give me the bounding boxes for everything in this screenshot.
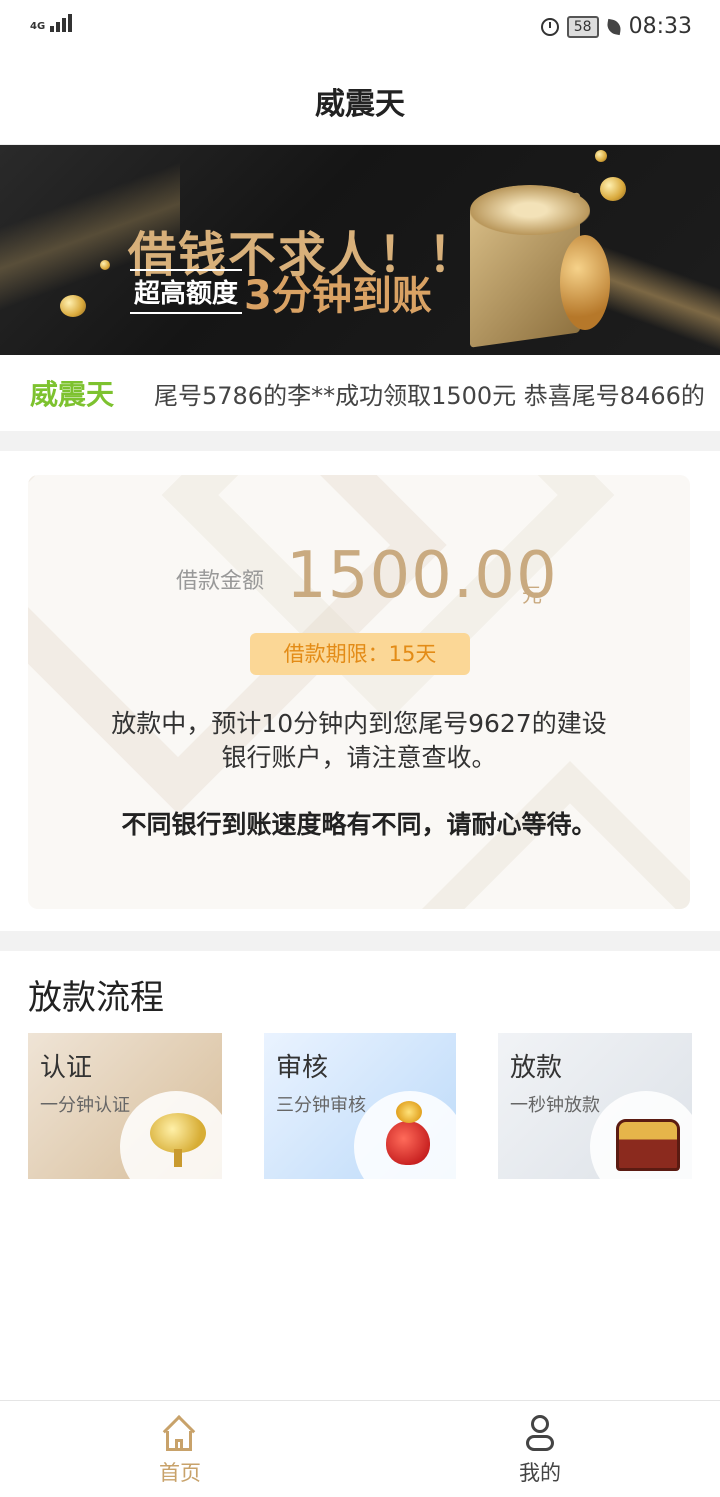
disbursement-message: 放款中，预计10分钟内到您尾号9627的建设 银行账户，请注意查收。 [28, 707, 690, 775]
page-title: 威震天 [315, 87, 405, 122]
golden-egg-icon [560, 235, 610, 330]
user-icon [526, 1415, 554, 1453]
step-title: 放款 [510, 1053, 563, 1083]
marquee-title: 威震天 [30, 378, 115, 411]
battery-indicator: 58 [566, 15, 599, 38]
marquee-text: 尾号5786的李**成功领取1500元 恭喜尾号8466的 [154, 381, 705, 410]
section-divider [0, 931, 720, 951]
step-title: 认证 [40, 1053, 93, 1083]
signal-indicator: 4G [30, 14, 73, 32]
promo-banner[interactable]: 借钱不求人！！ 超高额度 3分钟到账 [0, 145, 720, 355]
signal-bar-icon [56, 22, 61, 32]
treasure-chest-icon [616, 1119, 680, 1171]
status-bar: 4G 58 08:33 [0, 0, 720, 58]
loan-status-card: 借款金额 1500.00 元 借款期限：15天 放款中，预计10分钟内到您尾号9… [28, 475, 690, 909]
process-step-disburse[interactable]: 放款 一秒钟放款 [498, 1033, 692, 1179]
disbursement-message-line: 放款中，预计10分钟内到您尾号9627的建设 [111, 709, 607, 738]
gift-bow-icon [470, 185, 590, 235]
banner-slogan: 3分钟到账 [244, 273, 432, 319]
lucky-bag-icon [386, 1101, 430, 1165]
loan-status-section: 借款金额 1500.00 元 借款期限：15天 放款中，预计10分钟内到您尾号9… [0, 451, 720, 931]
process-step-verify[interactable]: 认证 一分钟认证 [28, 1033, 222, 1179]
step-subtitle: 一分钟认证 [40, 1095, 130, 1116]
coin-icon [100, 260, 110, 270]
network-type: 4G [30, 21, 46, 32]
eco-leaf-icon [605, 18, 622, 35]
clock: 08:33 [628, 14, 692, 39]
home-icon [162, 1415, 196, 1451]
process-step-review[interactable]: 审核 三分钟审核 [264, 1033, 456, 1179]
banner-tag: 超高额度 [130, 269, 243, 314]
process-title: 放款流程 [28, 978, 164, 1018]
tab-home-label: 首页 [159, 1461, 201, 1485]
loan-amount-label: 借款金额 [176, 569, 265, 594]
disbursement-message-line: 银行账户，请注意查收。 [221, 743, 497, 772]
step-subtitle: 一秒钟放款 [510, 1095, 600, 1116]
signal-bar-icon [68, 14, 73, 32]
signal-bar-icon [50, 26, 55, 32]
alarm-icon [540, 17, 559, 36]
loan-amount-unit: 元 [522, 583, 542, 607]
tab-me-label: 我的 [519, 1461, 561, 1485]
loan-term-badge: 借款期限：15天 [250, 633, 470, 675]
winner-marquee: 威震天 尾号5786的李**成功领取1500元 恭喜尾号8466的 [0, 355, 720, 431]
app-header: 威震天 [0, 58, 720, 145]
coin-icon [60, 295, 86, 317]
coin-icon [600, 177, 626, 201]
step-title: 审核 [276, 1053, 329, 1083]
coin-icon [595, 150, 607, 162]
tab-home[interactable]: 首页 [0, 1401, 360, 1497]
loan-amount-value: 1500.00 [286, 539, 558, 613]
signal-bar-icon [62, 18, 67, 32]
step-subtitle: 三分钟审核 [276, 1095, 366, 1116]
bank-speed-note: 不同银行到账速度略有不同，请耐心等待。 [121, 810, 597, 839]
section-divider [0, 431, 720, 451]
bottom-tab-bar: 首页 我的 [0, 1400, 720, 1497]
tab-me[interactable]: 我的 [360, 1401, 720, 1497]
money-tree-icon [148, 1113, 208, 1169]
